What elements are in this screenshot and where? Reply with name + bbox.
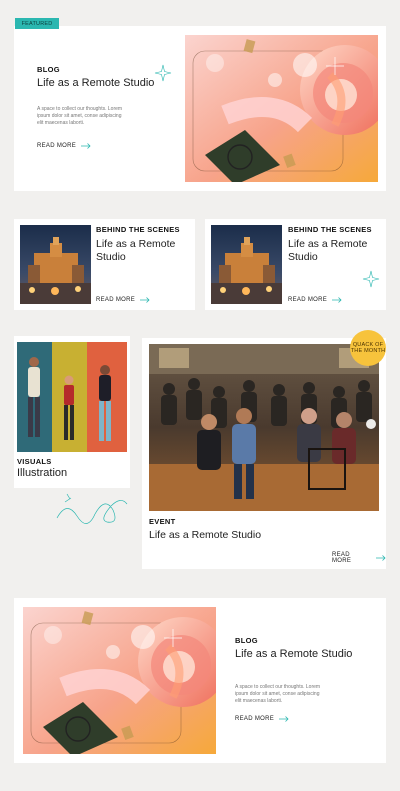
arrow-right-icon [279,716,289,722]
small-card-read-more-link[interactable]: READ MORE [96,297,150,303]
visuals-title[interactable]: Illustration [17,467,67,480]
arrow-right-icon [140,297,150,303]
featured-card[interactable]: BLOG Life as a Remote Studio A space to … [14,26,386,191]
read-more-label: READ MORE [37,143,77,149]
people-illustration[interactable] [17,342,127,452]
quack-of-the-month-badge: QUACK OF THE MONTH [350,330,386,366]
bottom-read-more-link[interactable]: READ MORE [235,716,289,722]
read-more-label: READ MORE [332,552,352,564]
featured-title[interactable]: Life as a Remote Studio [37,77,167,90]
visuals-card[interactable]: VISUALS Illustration [14,336,130,488]
featured-champagne-illustration[interactable] [185,35,378,182]
bottom-title[interactable]: Life as a Remote Studio [235,648,375,661]
small-card-title[interactable]: Life as a Remote Studio [96,238,186,264]
small-card[interactable]: BEHIND THE SCENES Life as a Remote Studi… [205,219,386,310]
squiggle-decoration-icon [56,493,128,524]
arrow-right-icon [81,143,91,149]
event-audience-photo[interactable] [149,344,379,511]
bottom-description: A space to collect our thoughts. Lorem i… [235,684,321,704]
building-night-photo[interactable] [211,225,282,304]
bottom-category: BLOG [235,636,258,645]
bottom-blog-card[interactable]: BLOG Life as a Remote Studio A space to … [14,598,386,763]
bottom-champagne-illustration[interactable] [23,607,216,754]
small-card-category: BEHIND THE SCENES [96,225,180,234]
featured-read-more-link[interactable]: READ MORE [37,143,91,149]
small-card-read-more-link[interactable]: READ MORE [288,297,342,303]
read-more-label: READ MORE [96,297,136,303]
small-card[interactable]: BEHIND THE SCENES Life as a Remote Studi… [14,219,195,310]
event-read-more-link[interactable]: READ MORE [332,552,386,564]
featured-category: BLOG [37,65,60,74]
arrow-right-icon [376,555,386,561]
sparkle-icon [362,270,380,288]
event-title[interactable]: Life as a Remote Studio [149,529,349,542]
small-card-title[interactable]: Life as a Remote Studio [288,238,378,264]
event-category: EVENT [149,517,176,526]
event-card[interactable]: EVENT Life as a Remote Studio READ MORE [142,338,386,569]
arrow-right-icon [332,297,342,303]
small-card-category: BEHIND THE SCENES [288,225,372,234]
featured-description: A space to collect our thoughts. Lorem i… [37,106,123,126]
featured-tag: FEATURED [15,18,59,29]
read-more-label: READ MORE [235,716,275,722]
read-more-label: READ MORE [288,297,328,303]
building-night-photo[interactable] [20,225,91,304]
sparkle-icon [154,64,172,82]
visuals-category: VISUALS [17,457,52,466]
